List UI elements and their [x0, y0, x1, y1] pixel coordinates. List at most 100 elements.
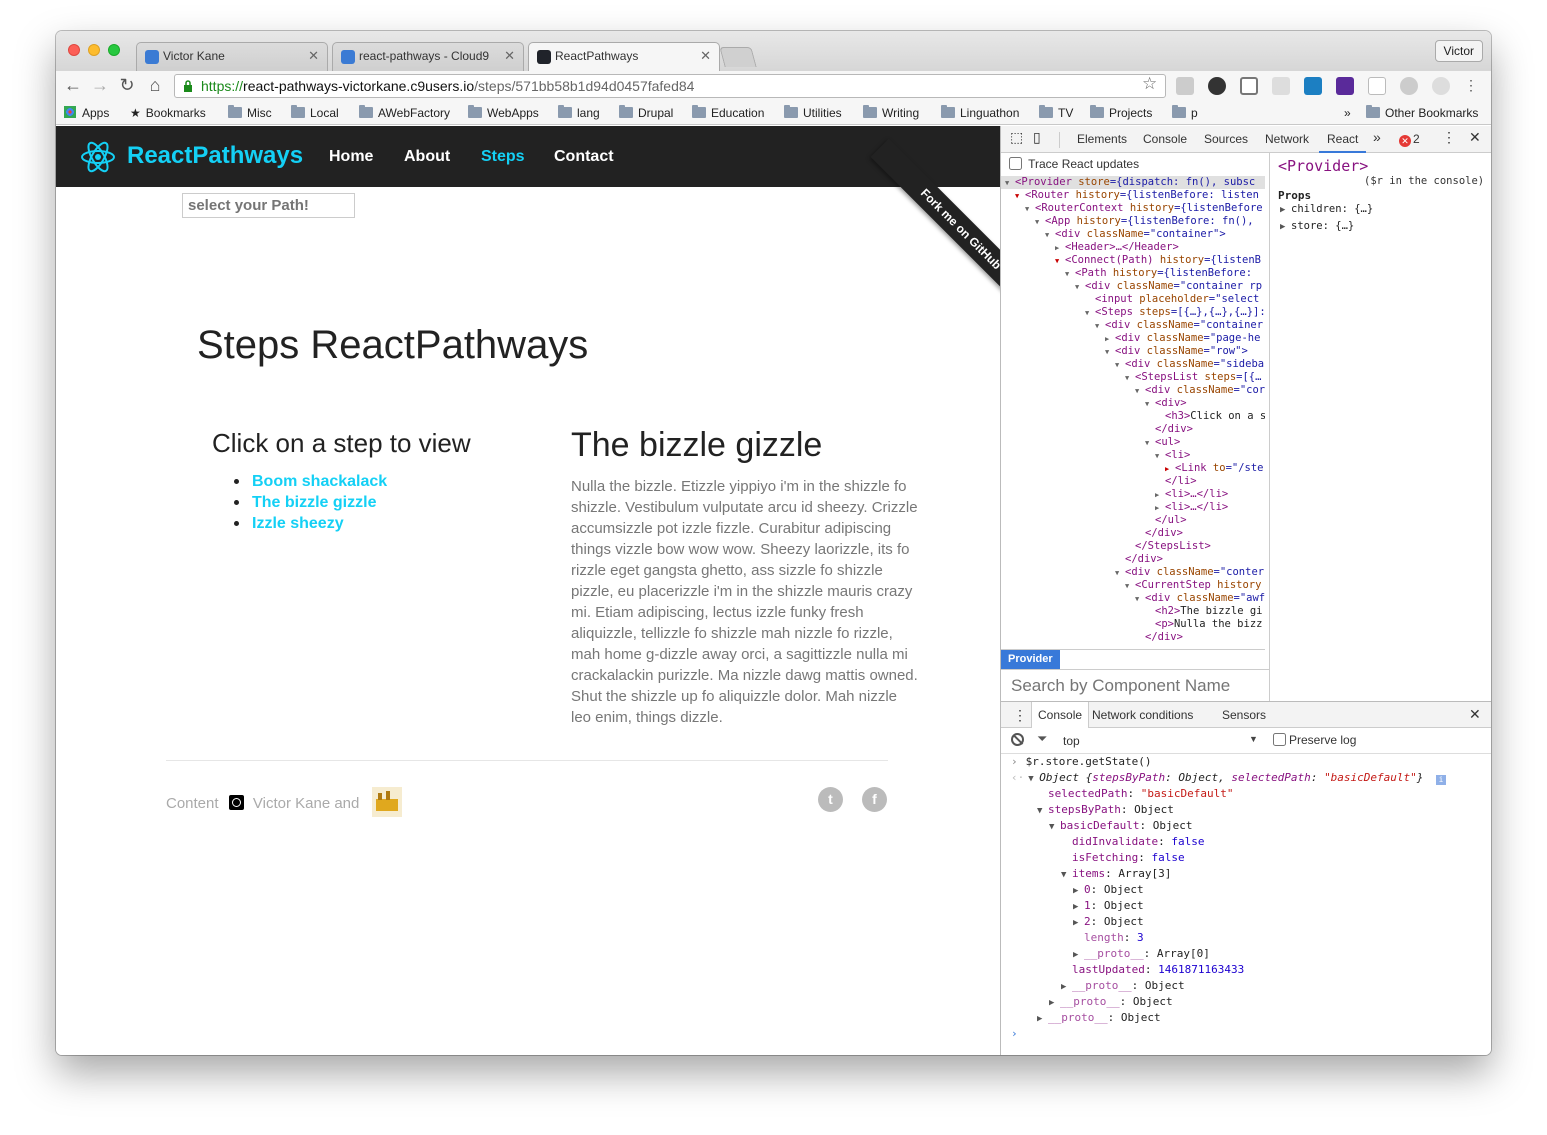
tree-node[interactable]: ▶ <div className="page-he [1001, 332, 1265, 345]
dropdown-arrow-icon[interactable]: ▼ [1249, 734, 1258, 744]
info-icon[interactable]: i [1436, 775, 1447, 785]
component-search-input[interactable] [1001, 669, 1269, 701]
nav-about[interactable]: About [404, 148, 450, 166]
more-tabs-icon[interactable]: » [1373, 129, 1381, 145]
console-property-row[interactable]: ▶ 2: Object [1001, 914, 1491, 930]
reload-icon[interactable]: ↻ [116, 75, 138, 96]
inspect-element-icon[interactable]: ⬚ [1010, 129, 1023, 146]
tab-cloud9[interactable]: react-pathways - Cloud9 ✕ [332, 42, 524, 71]
tree-node[interactable]: </div> [1001, 553, 1265, 566]
facebook-icon[interactable]: f [862, 787, 887, 812]
extension-icon[interactable] [1368, 77, 1386, 95]
drawer-menu-icon[interactable]: ⋮ [1013, 707, 1027, 724]
step-link[interactable]: Izzle sheezy [232, 513, 387, 534]
drawer-tab-sensors[interactable]: Sensors [1222, 708, 1266, 722]
tree-node[interactable]: <input placeholder="select [1001, 293, 1265, 306]
profile-button[interactable]: Victor [1434, 40, 1483, 62]
close-devtools-icon[interactable]: ✕ [1469, 129, 1481, 146]
collapsed-triangle-icon[interactable]: ▶ [1061, 979, 1072, 995]
nav-contact[interactable]: Contact [554, 148, 614, 166]
tree-node[interactable]: </div> [1001, 631, 1265, 644]
collapsed-triangle-icon[interactable]: ▶ [1073, 883, 1084, 899]
tree-node[interactable]: ▶ <li>…</li> [1001, 488, 1265, 501]
collapsed-triangle-icon[interactable]: ▶ [1073, 947, 1084, 963]
extension-icon[interactable] [1176, 77, 1194, 95]
bookmark-folder[interactable]: Linguathon [941, 105, 1019, 120]
error-count-badge[interactable]: ✕ 2 [1399, 132, 1420, 147]
tree-node[interactable]: ▼ <RouterContext history={listenBefore [1001, 202, 1265, 215]
brand-link[interactable]: ReactPathways [127, 142, 303, 170]
tab-sources[interactable]: Sources [1204, 132, 1248, 146]
breadcrumb-provider[interactable]: Provider [1001, 650, 1060, 669]
preserve-log-toggle[interactable]: Preserve log [1273, 733, 1356, 747]
close-tab-icon[interactable]: ✕ [308, 48, 319, 64]
tree-node[interactable]: ▼ <ul> [1001, 436, 1265, 449]
tree-node[interactable]: ▼ <li> [1001, 449, 1265, 462]
tree-node[interactable]: ▼ <Connect(Path) history={listenB [1001, 254, 1265, 267]
context-selector[interactable]: top [1063, 734, 1080, 748]
bookmark-folder[interactable]: Local [291, 105, 339, 120]
console-property-row[interactable]: ▼ stepsByPath: Object [1001, 802, 1491, 818]
tree-node[interactable]: ▼ <div className="container"> [1001, 228, 1265, 241]
tree-node[interactable]: ▼ <Provider store={dispatch: fn(), subsc [1001, 176, 1265, 189]
tree-node[interactable]: ▼ <Router history={listenBefore: listen [1001, 189, 1265, 202]
step-link[interactable]: The bizzle gizzle [232, 492, 387, 513]
bookmarks-overflow[interactable]: » [1344, 106, 1351, 120]
tree-node[interactable]: ▼ <div className="row"> [1001, 345, 1265, 358]
trace-checkbox[interactable] [1009, 157, 1022, 170]
collapsed-triangle-icon[interactable]: ▶ [1073, 899, 1084, 915]
tree-node[interactable]: ▼ <div className="container rp [1001, 280, 1265, 293]
extension-icon[interactable] [1272, 77, 1290, 95]
tree-node[interactable]: ▼ <div className="container [1001, 319, 1265, 332]
tree-node[interactable]: </div> [1001, 423, 1265, 436]
extension-y-icon[interactable] [1336, 77, 1354, 95]
tree-node[interactable]: ▶ <Link to="/ste [1001, 462, 1265, 475]
extension-icon[interactable] [1400, 77, 1418, 95]
console-property-row[interactable]: ▶ __proto__: Object [1001, 978, 1491, 994]
console-property-row[interactable]: ▼ items: Array[3] [1001, 866, 1491, 882]
close-drawer-icon[interactable]: ✕ [1469, 706, 1481, 723]
filter-icon[interactable]: ⏷ [1037, 731, 1047, 747]
tab-console[interactable]: Console [1143, 132, 1187, 146]
tab-reactpathways[interactable]: ReactPathways ✕ [528, 42, 720, 71]
close-tab-icon[interactable]: ✕ [504, 48, 515, 64]
collapsed-triangle-icon[interactable]: ▶ [1073, 915, 1084, 931]
extension-m-icon[interactable] [1304, 77, 1322, 95]
tree-node[interactable]: ▼ <div className="sideba [1001, 358, 1265, 371]
tab-victor-kane[interactable]: Victor Kane ✕ [136, 42, 328, 71]
bookmark-folder[interactable]: TV [1039, 105, 1073, 120]
twitter-icon[interactable]: t [818, 787, 843, 812]
tree-node[interactable]: ▼ <CurrentStep history [1001, 579, 1265, 592]
clear-console-icon[interactable] [1011, 733, 1024, 746]
drawer-tab-network-conditions[interactable]: Network conditions [1092, 708, 1193, 722]
step-link[interactable]: Boom shackalack [232, 471, 387, 492]
menu-icon[interactable]: ⋮ [1464, 77, 1478, 95]
other-bookmarks[interactable]: Other Bookmarks [1366, 105, 1478, 120]
tree-node[interactable]: ▼ <div className="awf [1001, 592, 1265, 605]
collapsed-triangle-icon[interactable]: ▶ [1037, 1011, 1048, 1027]
creative-commons-icon[interactable] [228, 795, 244, 810]
expanded-triangle-icon[interactable]: ▼ [1061, 867, 1072, 883]
bookmark-folder[interactable]: AWebFactory [359, 105, 450, 120]
tree-node[interactable]: </li> [1001, 475, 1265, 488]
bookmark-folder[interactable]: Misc [228, 105, 272, 120]
bookmark-folder[interactable]: Projects [1090, 105, 1152, 120]
drawer-tab-console[interactable]: Console [1031, 702, 1090, 728]
tree-node[interactable]: ▼ <div> [1001, 397, 1265, 410]
console-property-row[interactable]: ▶ __proto__: Array[0] [1001, 946, 1491, 962]
console-property-row[interactable]: ▶ 0: Object [1001, 882, 1491, 898]
back-icon[interactable]: ← [62, 75, 84, 96]
tab-network[interactable]: Network [1265, 132, 1309, 146]
home-icon[interactable]: ⌂ [144, 75, 166, 96]
nav-steps[interactable]: Steps [481, 148, 525, 166]
console-property-row[interactable]: ▶ 1: Object [1001, 898, 1491, 914]
close-window-button[interactable] [68, 44, 80, 56]
tree-node[interactable]: </ul> [1001, 514, 1265, 527]
console-result-summary[interactable]: ‹· ▼ Object {stepsByPath: Object, selected… [1001, 770, 1491, 786]
bookmark-folder[interactable]: WebApps [468, 105, 539, 120]
factory-logo-icon[interactable] [371, 787, 402, 817]
zoom-window-button[interactable] [108, 44, 120, 56]
tree-node[interactable]: <h2>The bizzle gi [1001, 605, 1265, 618]
forward-icon[interactable]: → [89, 75, 111, 96]
console-prompt[interactable]: › [1001, 1026, 1491, 1042]
